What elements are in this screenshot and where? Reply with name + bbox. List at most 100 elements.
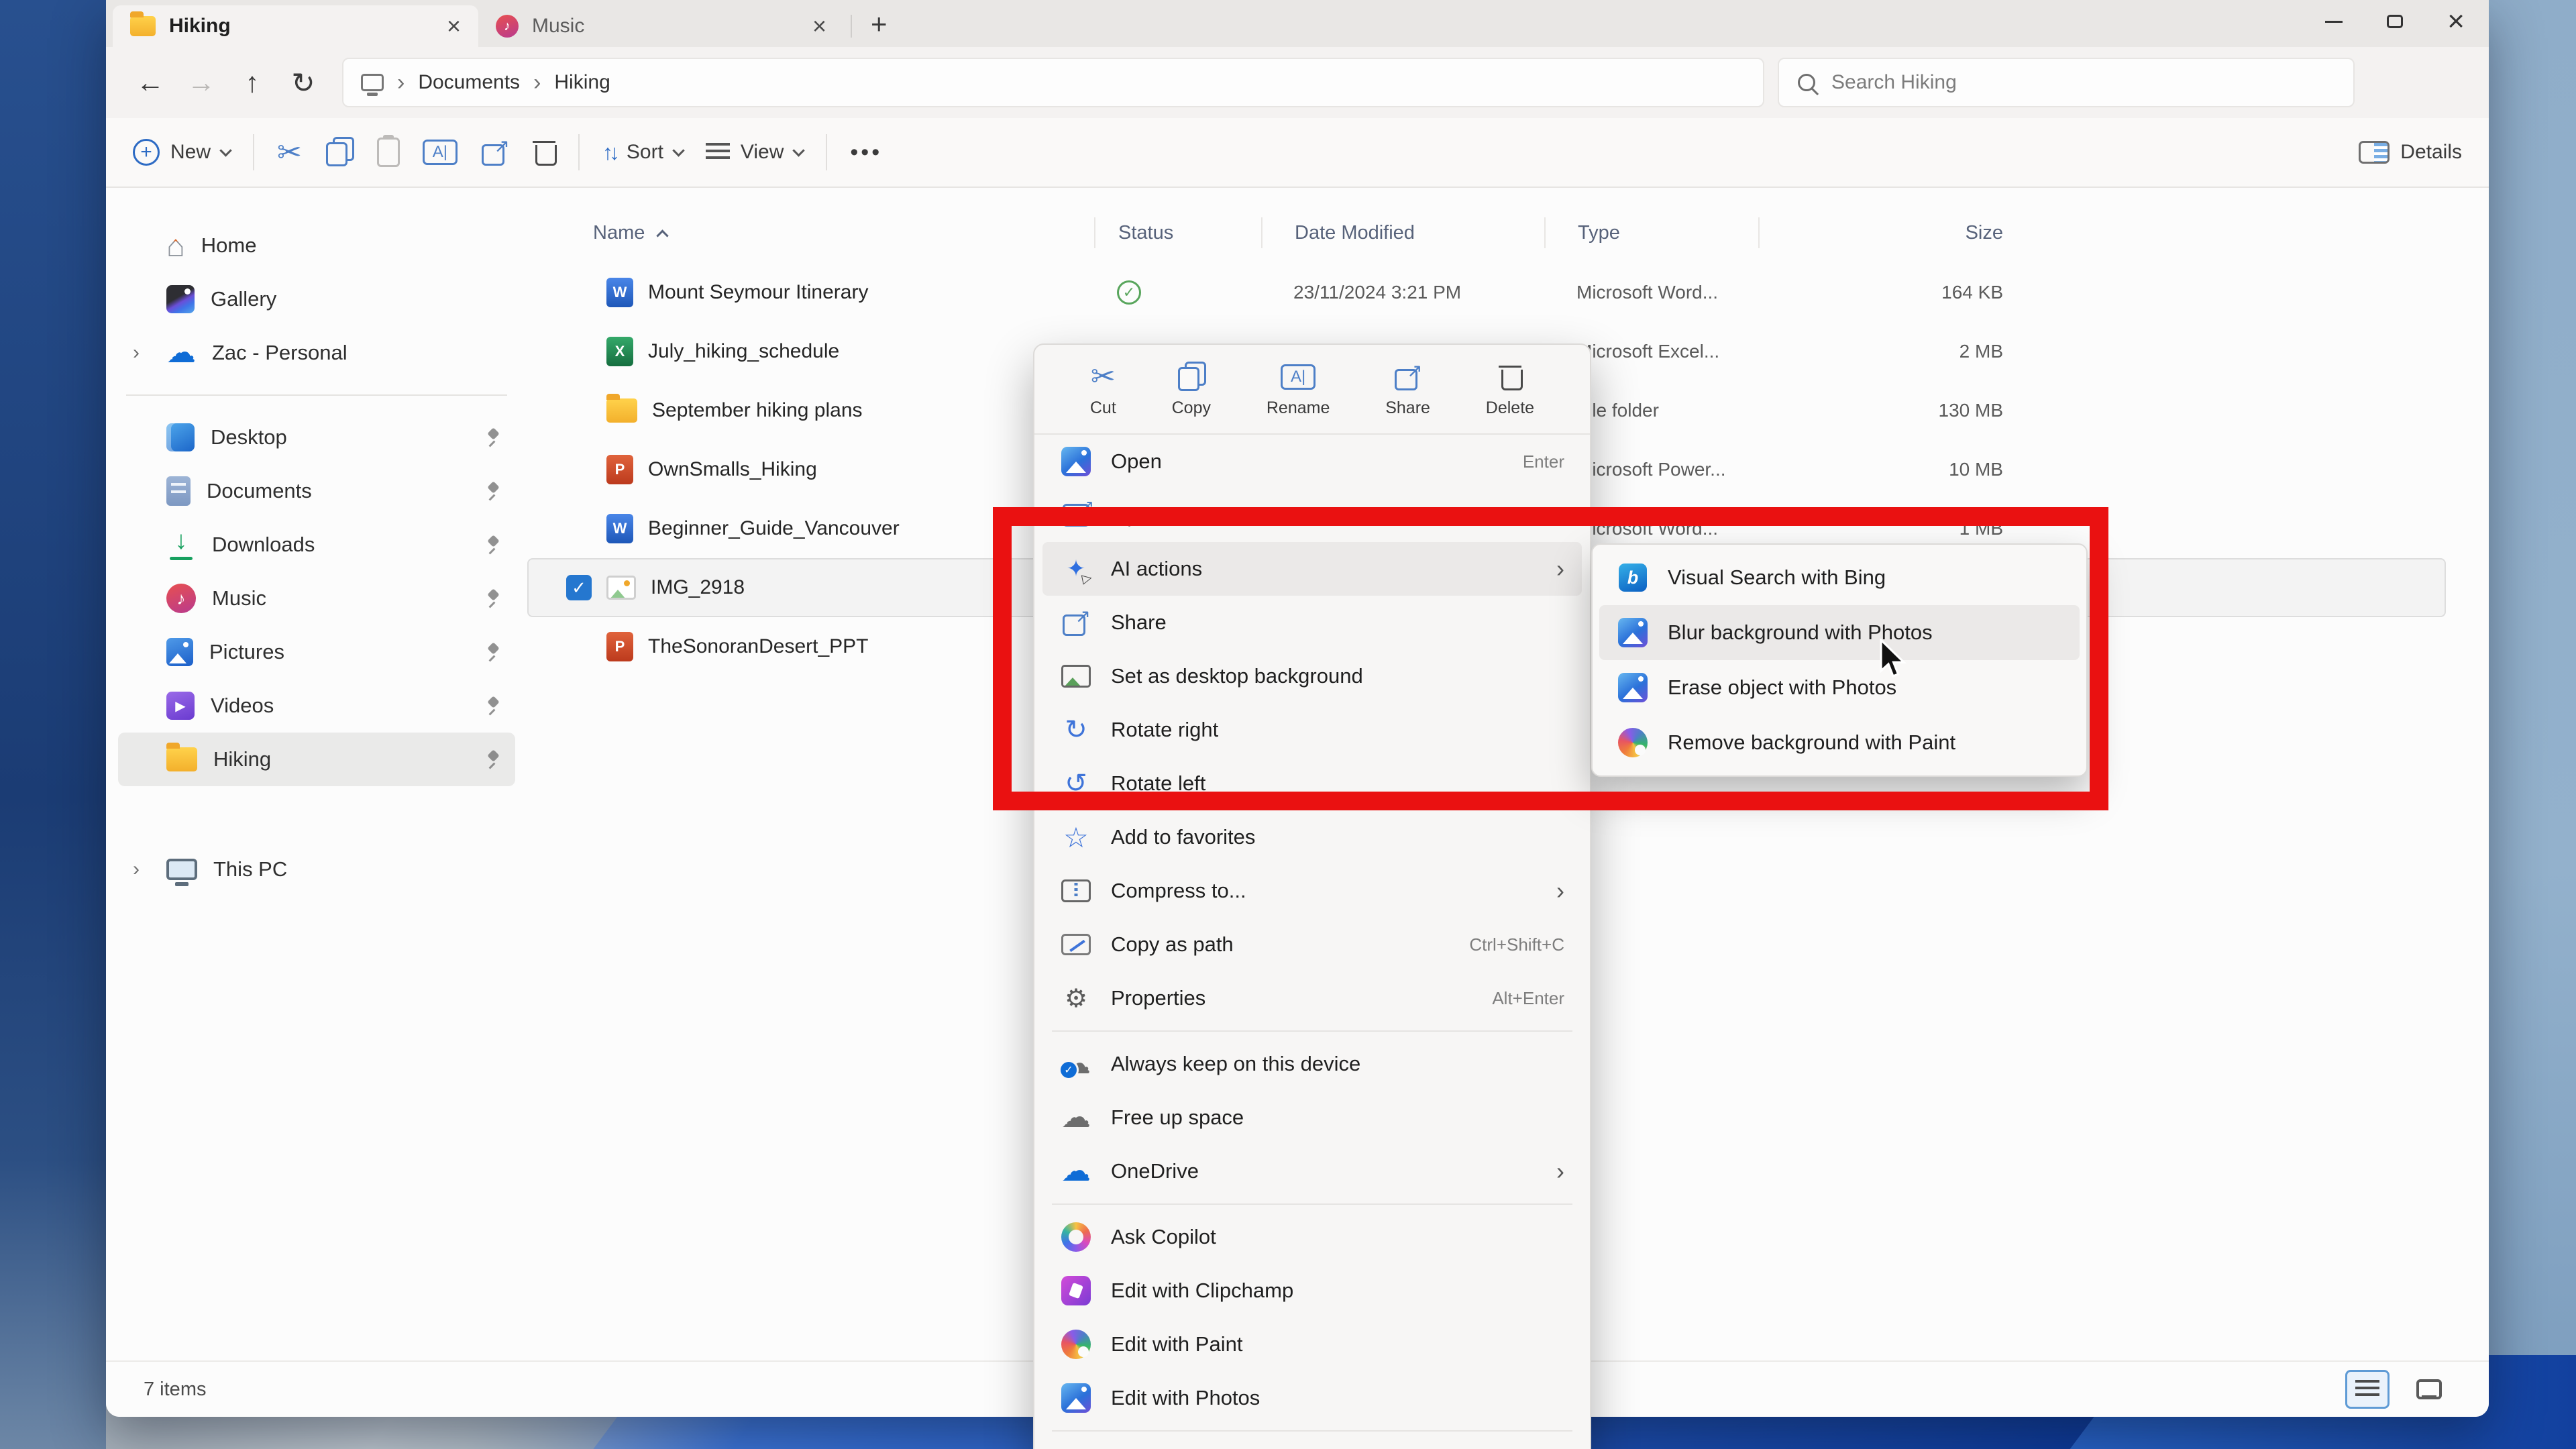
cut-button[interactable] <box>277 136 302 170</box>
word-file-icon: W <box>606 514 633 543</box>
tab-music[interactable]: Music × <box>478 5 844 47</box>
table-row[interactable]: W Mount Seymour Itinerary 23/11/2024 3:2… <box>527 263 2446 322</box>
breadcrumb-hiking[interactable]: Hiking <box>554 71 610 94</box>
column-headers: Name Status Date Modified Type Size <box>527 212 2489 254</box>
close-tab-icon[interactable]: × <box>812 12 826 40</box>
copy-button[interactable] <box>325 137 354 168</box>
chevron-down-icon <box>793 144 805 156</box>
photos-app-icon <box>1061 447 1091 476</box>
pin-icon <box>483 643 500 661</box>
menu-separator <box>1052 1430 1572 1432</box>
share-button[interactable]: Share <box>1385 361 1430 418</box>
menu-item-add-to-favorites[interactable]: Add to favorites <box>1042 810 1582 864</box>
cut-icon <box>277 136 302 170</box>
sidebar-item-desktop[interactable]: Desktop <box>118 411 515 464</box>
search-input[interactable]: Search Hiking <box>1778 58 2355 107</box>
sidebar-item-onedrive-personal[interactable]: › Zac - Personal <box>118 326 515 380</box>
minimize-button[interactable] <box>2325 21 2343 23</box>
pictures-icon <box>166 638 193 666</box>
menu-item-free-up-space[interactable]: Free up space <box>1042 1091 1582 1144</box>
checkbox-checked[interactable] <box>566 575 592 600</box>
image-file-icon <box>606 576 636 600</box>
rename-button[interactable]: Rename <box>1267 361 1330 418</box>
sidebar-item-gallery[interactable]: Gallery <box>118 272 515 326</box>
large-icons-view-toggle[interactable] <box>2407 1370 2451 1409</box>
paste-button[interactable] <box>377 138 400 167</box>
sidebar-item-hiking[interactable]: Hiking <box>118 733 515 786</box>
sidebar-item-this-pc[interactable]: › This PC <box>118 843 515 896</box>
sidebar-item-pictures[interactable]: Pictures <box>118 625 515 679</box>
column-header-name[interactable]: Name <box>527 217 1094 248</box>
breadcrumb-documents[interactable]: Documents <box>418 71 520 94</box>
menu-item-ask-copilot[interactable]: Ask Copilot <box>1042 1210 1582 1264</box>
sidebar-item-label: Videos <box>211 694 274 718</box>
menu-item-always-keep-on-device[interactable]: Always keep on this device <box>1042 1037 1582 1091</box>
rename-button[interactable] <box>423 140 458 165</box>
forward-button[interactable]: → <box>176 57 227 108</box>
new-button[interactable]: + New <box>133 139 230 166</box>
cloud-icon <box>1061 1103 1091 1132</box>
view-button[interactable]: View <box>706 141 803 164</box>
share-icon <box>1393 362 1423 392</box>
chevron-right-icon[interactable]: › <box>133 858 150 881</box>
menu-item-copy-as-path[interactable]: Copy as path Ctrl+Shift+C <box>1042 918 1582 971</box>
details-pane-button[interactable]: Details <box>2359 141 2462 164</box>
photos-app-icon <box>1061 1383 1091 1413</box>
up-button[interactable]: ↑ <box>227 57 278 108</box>
list-view-icon <box>2355 1380 2379 1399</box>
sort-button[interactable]: ↑↓ Sort <box>602 140 683 165</box>
sidebar-item-videos[interactable]: Videos <box>118 679 515 733</box>
menu-item-compress-to[interactable]: Compress to... › <box>1042 864 1582 918</box>
menu-item-edit-with-clipchamp[interactable]: Edit with Clipchamp <box>1042 1264 1582 1318</box>
documents-icon <box>166 476 191 506</box>
tab-bar: Hiking × Music × + × <box>106 0 2489 47</box>
more-options-button[interactable]: ••• <box>850 140 882 166</box>
navigation-pane: Home Gallery › Zac - Personal Desktop <box>106 188 527 1360</box>
delete-button[interactable]: Delete <box>1486 361 1534 418</box>
copilot-icon <box>1061 1222 1091 1252</box>
folder-icon <box>130 16 156 36</box>
properties-icon <box>1065 983 1087 1014</box>
close-button[interactable]: × <box>2447 7 2465 36</box>
details-view-toggle[interactable] <box>2345 1370 2390 1409</box>
chevron-right-icon: › <box>1556 1157 1564 1185</box>
column-header-size[interactable]: Size <box>1758 217 2012 248</box>
onedrive-cloud-icon <box>1061 1157 1091 1186</box>
file-name: July_hiking_schedule <box>648 340 839 363</box>
menu-item-open[interactable]: Open Enter <box>1042 435 1582 488</box>
tab-hiking[interactable]: Hiking × <box>113 5 478 47</box>
file-name: IMG_2918 <box>651 576 745 599</box>
column-header-status[interactable]: Status <box>1094 217 1261 248</box>
menu-item-show-more-options[interactable]: Show more options <box>1042 1437 1582 1449</box>
refresh-button[interactable]: ↻ <box>278 57 329 108</box>
column-header-date-modified[interactable]: Date Modified <box>1261 217 1544 248</box>
close-tab-icon[interactable]: × <box>447 12 461 40</box>
copy-icon <box>325 137 354 168</box>
breadcrumb[interactable]: › Documents › Hiking <box>342 58 1764 107</box>
sidebar-item-label: Pictures <box>209 640 284 664</box>
cut-icon <box>1091 360 1116 394</box>
new-tab-button[interactable]: + <box>871 8 888 40</box>
pin-icon <box>483 536 500 553</box>
back-button[interactable]: ← <box>125 57 176 108</box>
chevron-right-icon[interactable]: › <box>133 341 150 364</box>
pin-icon <box>483 482 500 500</box>
sidebar-item-documents[interactable]: Documents <box>118 464 515 518</box>
menu-item-edit-with-photos[interactable]: Edit with Photos <box>1042 1371 1582 1425</box>
menu-item-onedrive[interactable]: OneDrive › <box>1042 1144 1582 1198</box>
red-highlight-annotation <box>993 507 2108 810</box>
powerpoint-file-icon: P <box>606 455 633 484</box>
share-button[interactable] <box>480 138 510 167</box>
copy-button[interactable]: Copy <box>1172 361 1211 418</box>
column-header-type[interactable]: Type <box>1544 217 1758 248</box>
onedrive-cloud-icon <box>166 338 196 368</box>
sidebar-item-home[interactable]: Home <box>118 219 515 272</box>
sidebar-item-downloads[interactable]: Downloads <box>118 518 515 572</box>
sidebar-item-music[interactable]: Music <box>118 572 515 625</box>
menu-item-properties[interactable]: Properties Alt+Enter <box>1042 971 1582 1025</box>
menu-item-edit-with-paint[interactable]: Edit with Paint <box>1042 1318 1582 1371</box>
compress-icon <box>1061 879 1091 902</box>
delete-button[interactable] <box>533 138 555 166</box>
maximize-button[interactable] <box>2387 15 2403 28</box>
cut-button[interactable]: Cut <box>1090 361 1116 418</box>
